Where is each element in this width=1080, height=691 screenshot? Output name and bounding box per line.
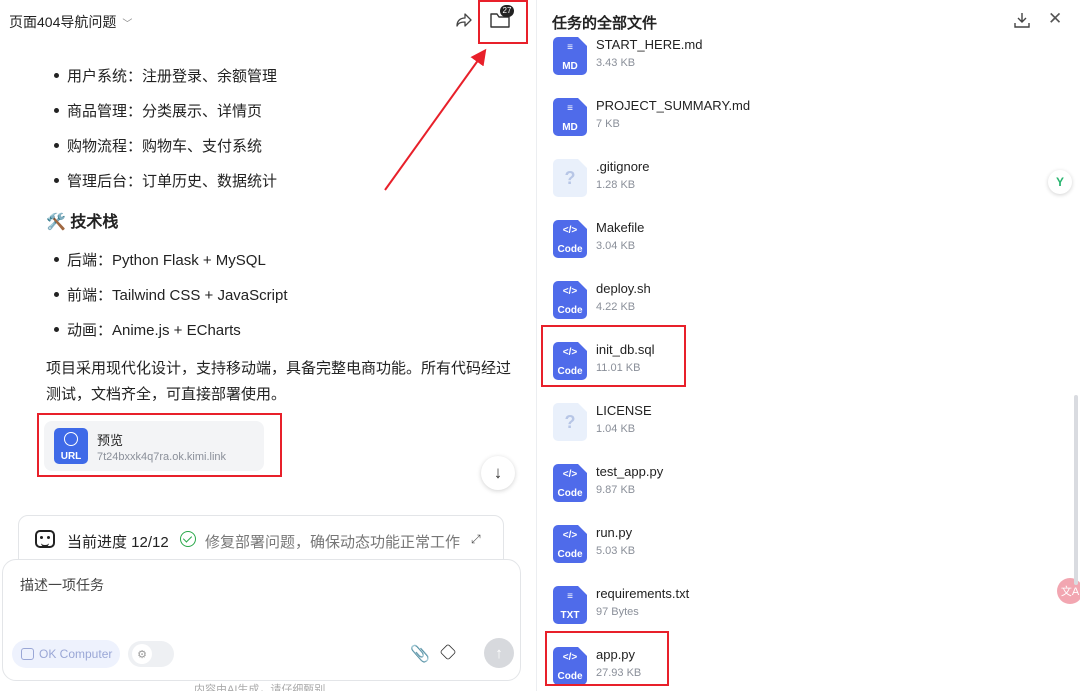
file-type-tag: MD — [562, 61, 578, 72]
summary-paragraph: 项目采用现代化设计，支持移动端，具备完整电商功能。所有代码经过测试，文档齐全，可… — [46, 360, 512, 403]
file-type-tag: Code — [557, 305, 583, 316]
download-icon[interactable] — [1013, 11, 1031, 29]
progress-bar: 当前进度 12/12 修复部署问题，确保动态功能正常工作 ⤢ — [18, 515, 504, 563]
file-size: 3.43 KB — [596, 57, 636, 69]
conversation-title[interactable]: 页面404导航问题 ﹀ — [9, 12, 132, 32]
file-item[interactable]: </> Code Makefile 3.04 KB — [553, 218, 873, 262]
close-icon[interactable]: ✕ — [1048, 9, 1062, 29]
section-heading: 🛠️ 技术栈 — [46, 214, 119, 231]
code-file-icon: </> Code — [553, 464, 587, 502]
file-size: 9.87 KB — [596, 484, 636, 496]
code-file-icon: </> Code — [553, 220, 587, 258]
send-button[interactable]: ↑ — [484, 638, 514, 668]
arrow-down-icon: ↓ — [493, 463, 503, 482]
file-size: 1.28 KB — [596, 179, 636, 191]
list-item: 前端：Tailwind CSS + JavaScript — [54, 284, 288, 305]
file-name: requirements.txt — [596, 586, 690, 601]
progress-step: 修复部署问题，确保动态功能正常工作 — [205, 534, 461, 551]
file-name: PROJECT_SUMMARY.md — [596, 98, 751, 113]
code-file-icon: </> Code — [553, 525, 587, 563]
files-scrollbar[interactable] — [1074, 395, 1078, 585]
markdown-file-icon: ≡ MD — [553, 98, 587, 136]
file-item[interactable]: </> Code deploy.sh 4.22 KB — [553, 279, 873, 323]
chat-header: 页面404导航问题 ﹀ 27 — [0, 0, 536, 42]
expand-icon[interactable]: ⤢ — [471, 532, 481, 547]
list-item: 管理后台：订单历史、数据统计 — [54, 170, 277, 191]
share-icon[interactable] — [455, 11, 473, 29]
check-circle-icon — [180, 531, 196, 547]
task-input[interactable]: 描述一项任务 OK Computer ⚙ 📎 ↑ — [2, 559, 521, 681]
file-type-tag: Code — [557, 488, 583, 499]
file-size: 7 KB — [596, 118, 620, 130]
files-panel-title: 任务的全部文件 — [552, 15, 658, 32]
annotation-box-files-button — [478, 0, 528, 44]
file-name: LICENSE — [596, 403, 652, 418]
unknown-file-icon: ? — [553, 159, 587, 197]
code-file-icon: </> Code — [553, 281, 587, 319]
file-item[interactable]: ≡ MD PROJECT_SUMMARY.md 7 KB — [553, 96, 873, 140]
annotation-box-app-py — [545, 631, 669, 686]
file-name: deploy.sh — [596, 281, 651, 296]
unknown-file-icon: ? — [553, 403, 587, 441]
annotation-box-init-db — [541, 325, 686, 387]
assistant-bubble-icon[interactable]: Y — [1048, 170, 1072, 194]
progress-label: 当前进度 12/12 — [67, 534, 169, 551]
conversation-title-text: 页面404导航问题 — [9, 14, 117, 30]
cube-icon[interactable] — [439, 643, 457, 661]
file-type-tag: TXT — [560, 610, 580, 621]
scroll-to-bottom-button[interactable]: ↓ — [481, 456, 515, 490]
file-size: 3.04 KB — [596, 240, 636, 252]
file-size: 1.04 KB — [596, 423, 636, 435]
file-name: .gitignore — [596, 159, 650, 174]
ok-computer-label: OK Computer — [39, 647, 113, 661]
annotation-box-preview-link — [37, 413, 282, 477]
file-size: 5.03 KB — [596, 545, 636, 557]
list-item: 后端：Python Flask + MySQL — [54, 249, 266, 270]
file-item[interactable]: ≡ TXT requirements.txt 97 Bytes — [553, 584, 873, 628]
list-item: 动画：Anime.js + ECharts — [54, 319, 241, 340]
file-item[interactable]: </> Code test_app.py 9.87 KB — [553, 462, 873, 506]
file-name: test_app.py — [596, 464, 664, 479]
computer-icon — [21, 648, 34, 660]
list-item: 购物流程：购物车、支付系统 — [54, 135, 262, 156]
file-size: 97 Bytes — [596, 606, 639, 618]
list-item: 商品管理：分类展示、详情页 — [54, 100, 262, 121]
ai-disclaimer: 内容由AI生成，请仔细甄别 — [194, 684, 326, 691]
text-file-icon: ≡ TXT — [553, 586, 587, 624]
ok-computer-button[interactable]: OK Computer — [12, 640, 120, 668]
chat-panel: 页面404导航问题 ﹀ 27 用户系统：注册登录、余额管理 商品管理：分类展示、… — [0, 0, 536, 691]
file-type-tag: Code — [557, 549, 583, 560]
file-name: Makefile — [596, 220, 645, 235]
mode-toggle[interactable]: ⚙ — [128, 641, 174, 667]
markdown-file-icon: ≡ MD — [553, 37, 587, 75]
arrow-up-icon: ↑ — [495, 644, 503, 662]
file-item[interactable]: ≡ MD START_HERE.md 3.43 KB — [553, 35, 873, 79]
file-name: START_HERE.md — [596, 37, 703, 52]
settings-icon: ⚙ — [132, 644, 152, 664]
input-placeholder: 描述一项任务 — [20, 577, 104, 593]
file-type-tag: Code — [557, 244, 583, 255]
paperclip-icon[interactable]: 📎 — [410, 644, 430, 664]
file-item[interactable]: </> Code run.py 5.03 KB — [553, 523, 873, 567]
file-type-tag: MD — [562, 122, 578, 133]
file-item[interactable]: ? LICENSE 1.04 KB — [553, 401, 873, 445]
robot-icon — [35, 530, 55, 548]
file-name: run.py — [596, 525, 633, 540]
file-item[interactable]: ? .gitignore 1.28 KB — [553, 157, 873, 201]
list-item: 用户系统：注册登录、余额管理 — [54, 65, 277, 86]
chevron-down-icon: ﹀ — [122, 18, 133, 30]
file-size: 4.22 KB — [596, 301, 636, 313]
